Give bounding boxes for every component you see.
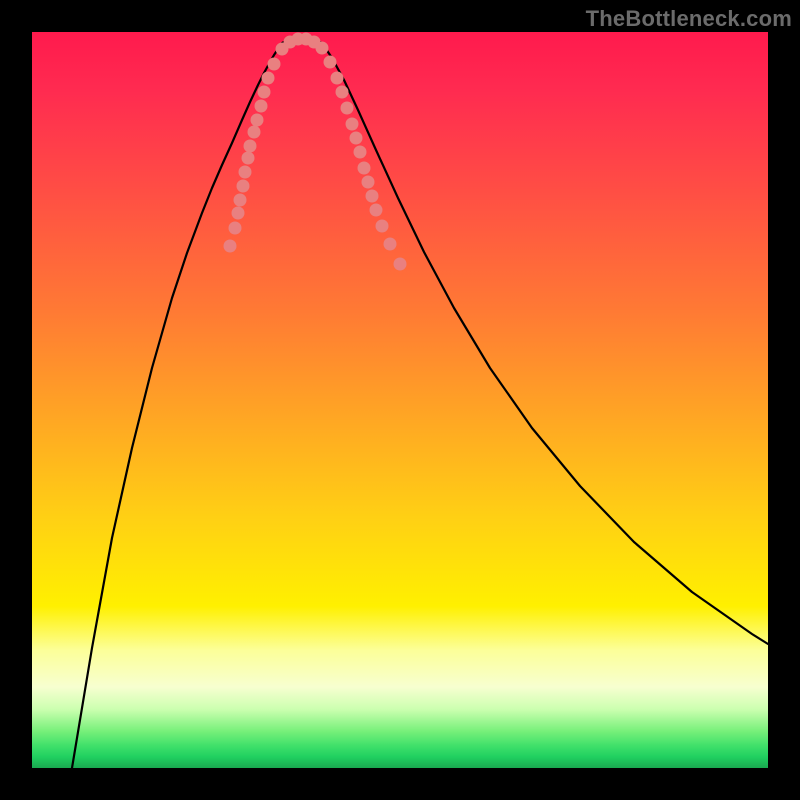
curve-svg [32, 32, 768, 768]
sample-dot [376, 220, 389, 233]
sample-dot [384, 238, 397, 251]
outer-frame: TheBottleneck.com [0, 0, 800, 800]
sample-dot [341, 102, 354, 115]
sample-dot [336, 86, 349, 99]
sample-dot [239, 166, 252, 179]
sample-dot [232, 207, 245, 220]
sample-dot [262, 72, 275, 85]
sample-dot [229, 222, 242, 235]
sample-dot [394, 258, 407, 271]
sample-dot [244, 140, 257, 153]
sample-dot [331, 72, 344, 85]
credit-label: TheBottleneck.com [586, 6, 792, 32]
sample-dot [324, 56, 337, 69]
sample-dot [316, 42, 329, 55]
sample-dot [255, 100, 268, 113]
sample-dot [370, 204, 383, 217]
sample-dot [350, 132, 363, 145]
sample-dot [258, 86, 271, 99]
sample-dot [224, 240, 237, 253]
sample-dot [346, 118, 359, 131]
sample-dot [237, 180, 250, 193]
sample-dot [358, 162, 371, 175]
sample-dot [251, 114, 264, 127]
plot-area [32, 32, 768, 768]
bottleneck-curve [72, 37, 768, 768]
sample-dots-group [224, 33, 407, 271]
sample-dot [366, 190, 379, 203]
sample-dot [242, 152, 255, 165]
sample-dot [362, 176, 375, 189]
sample-dot [268, 58, 281, 71]
sample-dot [248, 126, 261, 139]
sample-dot [234, 194, 247, 207]
sample-dot [354, 146, 367, 159]
